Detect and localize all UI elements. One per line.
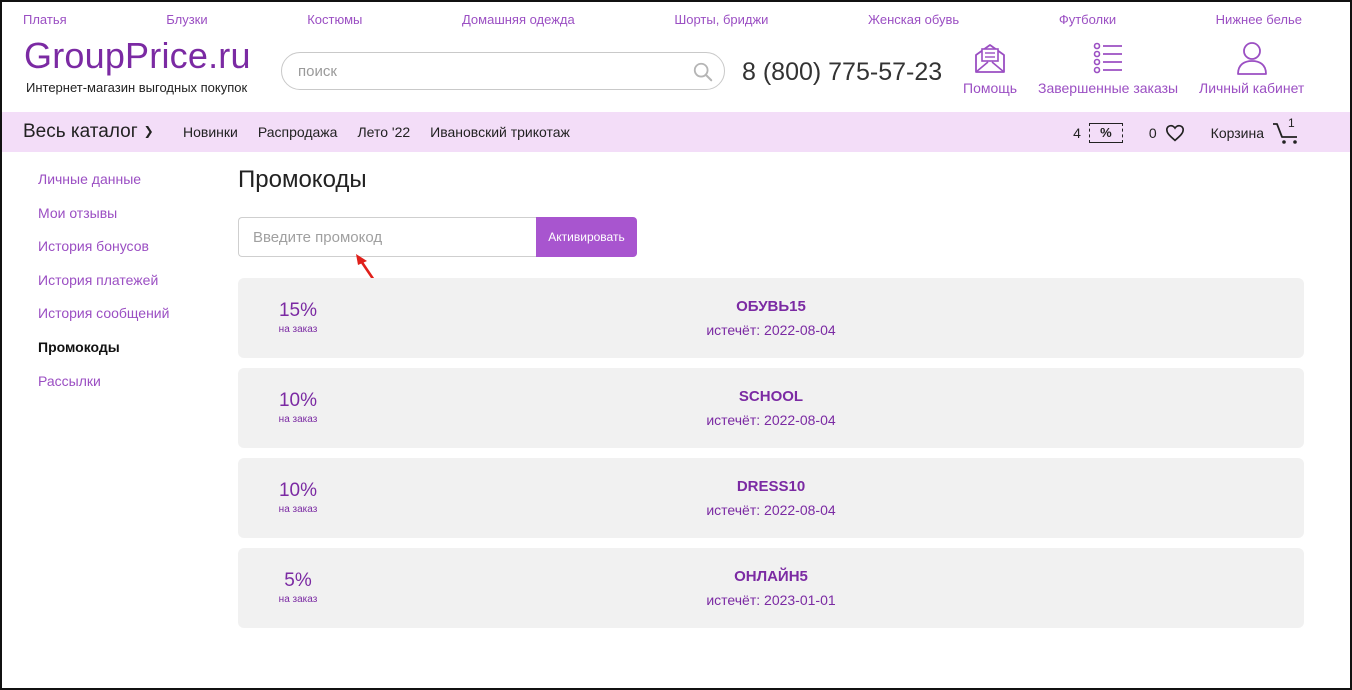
completed-orders-link[interactable]: Завершенные заказы	[1038, 40, 1178, 96]
help-link[interactable]: Помощь	[963, 40, 1017, 96]
promo-count: 4	[1073, 125, 1081, 141]
nav-link-sale[interactable]: Распродажа	[258, 124, 338, 140]
top-category-link[interactable]: Футболки	[1059, 12, 1116, 32]
promocode-card[interactable]: 15% на заказ ОБУВЬ15 истечёт: 2022-08-04	[238, 278, 1304, 358]
activate-button[interactable]: Активировать	[536, 217, 637, 257]
cart-icon	[1273, 123, 1297, 144]
nav-link-ivanovo-knitwear[interactable]: Ивановский трикотаж	[430, 124, 570, 140]
nav-links: Новинки Распродажа Лето '22 Ивановский т…	[183, 124, 570, 140]
completed-orders-label: Завершенные заказы	[1038, 80, 1179, 96]
search-input[interactable]	[296, 62, 680, 81]
sidebar-item-message-history[interactable]: История сообщений	[38, 304, 169, 338]
top-category-link[interactable]: Шорты, бриджи	[674, 12, 768, 32]
top-categories: Платья Блузки Костюмы Домашняя одежда Шо…	[23, 12, 1302, 32]
account-sidebar: Личные данные Мои отзывы История бонусов…	[38, 170, 169, 405]
promocode-card[interactable]: 10% на заказ DRESS10 истечёт: 2022-08-04	[238, 458, 1304, 538]
top-category-link[interactable]: Платья	[23, 12, 67, 32]
top-category-link[interactable]: Блузки	[166, 12, 207, 32]
promocode-expiry: истечёт: 2022-08-04	[706, 412, 836, 428]
chevron-down-icon: ❯	[143, 124, 154, 138]
site-tagline: Интернет-магазин выгодных покупок	[26, 80, 248, 95]
nav-link-summer[interactable]: Лето '22	[357, 124, 410, 140]
promocode-list: 15% на заказ ОБУВЬ15 истечёт: 2022-08-04…	[238, 278, 1304, 638]
sidebar-item-promocodes[interactable]: Промокоды	[38, 338, 169, 372]
promocode-input[interactable]	[238, 217, 536, 257]
page-title: Промокоды	[238, 166, 367, 193]
cart-button[interactable]: 1	[1272, 116, 1302, 145]
page-frame: Платья Блузки Костюмы Домашняя одежда Шо…	[0, 0, 1352, 690]
promocode-expiry: истечёт: 2022-08-04	[706, 502, 836, 518]
catalog-label: Весь каталог	[23, 121, 138, 142]
list-icon	[1093, 42, 1123, 74]
nav-right-tools: 4 % 0 Корзина 1	[1073, 116, 1302, 145]
cart-count: 1	[1288, 116, 1295, 130]
top-category-link[interactable]: Домашняя одежда	[462, 12, 575, 32]
search-box	[281, 52, 725, 90]
sidebar-item-my-reviews[interactable]: Мои отзывы	[38, 204, 169, 238]
catalog-dropdown[interactable]: Весь каталог ❯	[23, 121, 154, 143]
phone-number[interactable]: 8 (800) 775-57-23	[742, 58, 942, 87]
main-navbar: Весь каталог ❯ Новинки Распродажа Лето '2…	[2, 112, 1350, 152]
site-logo[interactable]: GroupPrice.ru	[24, 36, 251, 76]
promocode-code: DRESS10	[736, 478, 806, 495]
sidebar-item-personal-data[interactable]: Личные данные	[38, 170, 169, 204]
user-icon	[1236, 42, 1267, 75]
search-icon[interactable]	[692, 61, 714, 83]
account-label: Личный кабинет	[1199, 80, 1305, 96]
top-category-link[interactable]: Костюмы	[307, 12, 362, 32]
promocode-code: SCHOOL	[738, 388, 804, 405]
promocode-code: ОНЛАЙН5	[734, 568, 808, 585]
promocode-code: ОБУВЬ15	[736, 298, 806, 315]
favorites-count: 0	[1148, 125, 1157, 141]
heart-icon[interactable]	[1165, 124, 1185, 142]
promo-coupon-icon[interactable]: %	[1088, 123, 1123, 143]
promocode-expiry: истечёт: 2022-08-04	[706, 322, 836, 338]
promocode-form: Активировать	[238, 217, 637, 257]
top-category-link[interactable]: Нижнее белье	[1216, 12, 1302, 32]
promocode-card[interactable]: 10% на заказ SCHOOL истечёт: 2022-08-04	[238, 368, 1304, 448]
cart-label[interactable]: Корзина	[1211, 125, 1264, 141]
sidebar-item-newsletters[interactable]: Рассылки	[38, 372, 169, 406]
mail-help-icon	[975, 44, 1005, 73]
promocode-card[interactable]: 5% на заказ ОНЛАЙН5 истечёт: 2023-01-01	[238, 548, 1304, 628]
nav-link-new[interactable]: Новинки	[183, 124, 238, 140]
top-category-link[interactable]: Женская обувь	[868, 12, 959, 32]
promocode-expiry: истечёт: 2023-01-01	[706, 592, 836, 608]
account-link[interactable]: Личный кабинет	[1199, 40, 1304, 96]
sidebar-item-payment-history[interactable]: История платежей	[38, 271, 169, 305]
help-label: Помощь	[963, 80, 1018, 96]
sidebar-item-bonus-history[interactable]: История бонусов	[38, 237, 169, 271]
